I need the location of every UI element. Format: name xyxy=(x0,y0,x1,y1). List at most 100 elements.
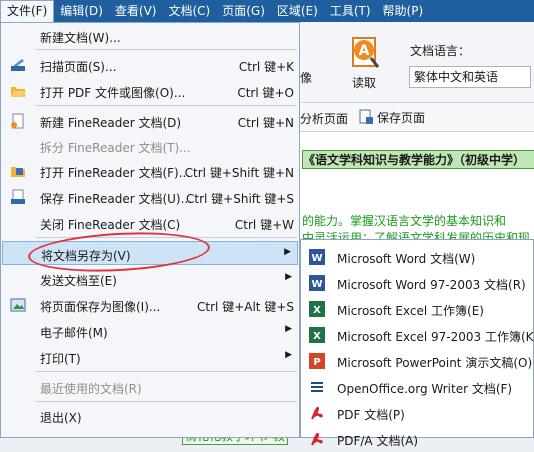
menu-item-label: 扫描页面(S)... xyxy=(40,60,117,74)
menu-file[interactable]: 文件(F) xyxy=(0,0,55,22)
menu-item-exit[interactable]: 退出(X) xyxy=(2,404,298,428)
open-finereader-icon xyxy=(11,167,25,177)
read-button-label: 读取 xyxy=(351,76,376,90)
file-menu: 新建文档(W)... 扫描页面(S)... Ctrl 键+K 打开 PDF 文件… xyxy=(0,22,300,438)
save-image-icon xyxy=(10,298,26,312)
open-folder-icon xyxy=(11,87,26,97)
menu-item-label: 打开 PDF 文件或图像(O)... xyxy=(40,86,186,100)
menu-document[interactable]: 文档(C) xyxy=(162,0,216,22)
menu-item-shortcut: Ctrl 键+O xyxy=(237,86,294,100)
menu-item-save-finereader[interactable]: 保存 FineReader 文档(U)... Ctrl 键+Shift 键+S xyxy=(2,185,298,209)
submenu-item-label: Microsoft Excel 工作簿(E) xyxy=(337,304,484,318)
menu-item-send-document[interactable]: 发送文档至(E) ▶ xyxy=(2,267,298,291)
menu-item-shortcut: Ctrl 键+K xyxy=(238,60,294,74)
menu-item-label: 发送文档至(E) xyxy=(40,274,117,288)
openoffice-icon xyxy=(311,382,323,392)
menu-item-recent-documents: 最近使用的文档(R) xyxy=(2,375,298,399)
svg-text:W: W xyxy=(311,279,322,290)
powerpoint-icon: P xyxy=(309,353,325,369)
menu-item-split-finereader: 拆分 FineReader 文档(T)... xyxy=(2,134,298,158)
svg-text:P: P xyxy=(313,357,320,368)
save-page-label: 保存页面 xyxy=(377,110,426,125)
submenu-arrow-icon: ▶ xyxy=(285,350,292,360)
svg-text:X: X xyxy=(313,331,321,342)
menu-item-open-finereader[interactable]: 打开 FineReader 文档(F)... Ctrl 键+Shift 键+N xyxy=(2,159,298,183)
menu-item-label: 保存 FineReader 文档(U)... xyxy=(40,192,193,206)
toolbar-partial-label: 像 xyxy=(300,71,313,85)
menu-item-label: 电子邮件(M) xyxy=(40,326,108,340)
menu-item-save-page-image[interactable]: 将页面保存为图像(I)... Ctrl 键+Alt 键+S xyxy=(2,293,298,317)
menu-help[interactable]: 帮助(P) xyxy=(377,0,430,22)
submenu-item-pdf[interactable]: PDF 文档(P) xyxy=(301,400,533,426)
menu-item-shortcut: Ctrl 键+N xyxy=(237,116,294,130)
menu-item-scan-pages[interactable]: 扫描页面(S)... Ctrl 键+K xyxy=(2,53,298,77)
svg-text:W: W xyxy=(311,253,322,264)
svg-text:A: A xyxy=(359,43,370,59)
submenu-arrow-icon: ▶ xyxy=(284,247,291,257)
analyze-page-button[interactable]: 分析页面 xyxy=(300,110,348,127)
menu-area[interactable]: 区域(E) xyxy=(271,0,324,22)
page-toolbar: 分析页面 保存页面 xyxy=(300,103,534,132)
main-toolbar: 像 A 读取 文档语言： 繁体中文和英语 xyxy=(300,22,534,103)
menu-item-shortcut: Ctrl 键+Shift 键+N xyxy=(184,166,294,180)
submenu-arrow-icon: ▶ xyxy=(285,324,292,334)
save-as-submenu: W Microsoft Word 文档(W) W Microsoft Word … xyxy=(300,239,534,448)
menu-item-label: 最近使用的文档(R) xyxy=(40,382,142,396)
pdf-icon xyxy=(311,406,323,420)
submenu-item-label: OpenOffice.org Writer 文档(F) xyxy=(337,382,513,396)
excel-icon: X xyxy=(309,301,325,317)
scanner-icon xyxy=(11,59,25,71)
word-icon: W xyxy=(309,249,325,265)
word-icon: W xyxy=(309,275,325,291)
submenu-item-word[interactable]: W Microsoft Word 文档(W) xyxy=(301,244,533,270)
submenu-item-excel[interactable]: X Microsoft Excel 工作簿(E) xyxy=(301,296,533,322)
document-line: 的能力。掌握汉语言文学的基本知识和 xyxy=(302,214,507,228)
menu-page[interactable]: 页面(G) xyxy=(216,0,271,22)
menu-tools[interactable]: 工具(T) xyxy=(324,0,377,22)
document-language-select[interactable]: 繁体中文和英语 xyxy=(409,66,531,88)
menu-edit[interactable]: 编辑(D) xyxy=(54,0,109,22)
menu-item-label: 打印(T) xyxy=(40,352,81,366)
submenu-item-label: Microsoft Excel 97-2003 工作簿(K) xyxy=(337,330,534,344)
submenu-item-excel-97[interactable]: X Microsoft Excel 97-2003 工作簿(K) xyxy=(301,322,534,348)
submenu-item-word-97[interactable]: W Microsoft Word 97-2003 文档(R) xyxy=(301,270,533,296)
submenu-arrow-icon: ▶ xyxy=(285,272,292,282)
menu-item-open-pdf[interactable]: 打开 PDF 文件或图像(O)... Ctrl 键+O xyxy=(2,79,298,103)
menu-item-label: 将页面保存为图像(I)... xyxy=(40,300,161,314)
excel-icon: X xyxy=(309,327,325,343)
menu-item-print[interactable]: 打印(T) ▶ xyxy=(2,345,298,369)
menu-item-shortcut: Ctrl 键+Shift 键+S xyxy=(186,192,294,206)
menu-item-label: 退出(X) xyxy=(40,411,82,425)
menu-item-new-document[interactable]: 新建文档(W)... xyxy=(2,24,298,48)
menu-item-label: 新建 FineReader 文档(D) xyxy=(40,116,182,130)
menu-separator xyxy=(35,105,297,106)
submenu-item-pdfa[interactable]: PDF/A 文档(A) xyxy=(301,426,533,452)
read-icon: A xyxy=(352,37,380,68)
menu-separator xyxy=(35,49,297,50)
menu-item-label: 新建文档(W)... xyxy=(40,31,121,45)
menu-item-shortcut: Ctrl 键+Alt 键+S xyxy=(197,300,294,314)
submenu-item-label: Microsoft PowerPoint 演示文稿(O) xyxy=(337,356,533,370)
document-heading: 《语文学科知识与教学能力》（初级中学） xyxy=(302,150,534,169)
menu-view[interactable]: 查看(V) xyxy=(109,0,163,22)
menu-item-email[interactable]: 电子邮件(M) ▶ xyxy=(2,319,298,343)
submenu-item-openoffice[interactable]: OpenOffice.org Writer 文档(F) xyxy=(301,374,533,400)
new-finereader-icon xyxy=(11,113,24,129)
menu-separator xyxy=(35,371,297,372)
submenu-item-powerpoint[interactable]: P Microsoft PowerPoint 演示文稿(O) xyxy=(301,348,533,374)
submenu-item-label: PDF 文档(P) xyxy=(337,408,405,422)
submenu-item-label: PDF/A 文档(A) xyxy=(337,434,419,448)
menu-item-close-finereader[interactable]: 关闭 FineReader 文档(C) Ctrl 键+W xyxy=(2,211,298,235)
submenu-item-label: Microsoft Word 97-2003 文档(R) xyxy=(337,278,526,292)
menu-item-shortcut: Ctrl 键+W xyxy=(234,218,294,232)
menu-item-new-finereader[interactable]: 新建 FineReader 文档(D) Ctrl 键+N xyxy=(2,109,298,133)
document-language-label: 文档语言： xyxy=(410,44,471,58)
menu-item-label: 打开 FineReader 文档(F)... xyxy=(40,166,191,180)
menu-item-label: 拆分 FineReader 文档(T)... xyxy=(40,141,191,155)
submenu-item-label: Microsoft Word 文档(W) xyxy=(337,252,476,266)
save-page-button[interactable]: 保存页面 xyxy=(358,107,425,127)
save-finereader-icon xyxy=(11,189,25,204)
svg-text:X: X xyxy=(313,305,321,316)
save-page-icon xyxy=(359,109,373,124)
read-button[interactable]: A 读取 xyxy=(342,34,386,98)
